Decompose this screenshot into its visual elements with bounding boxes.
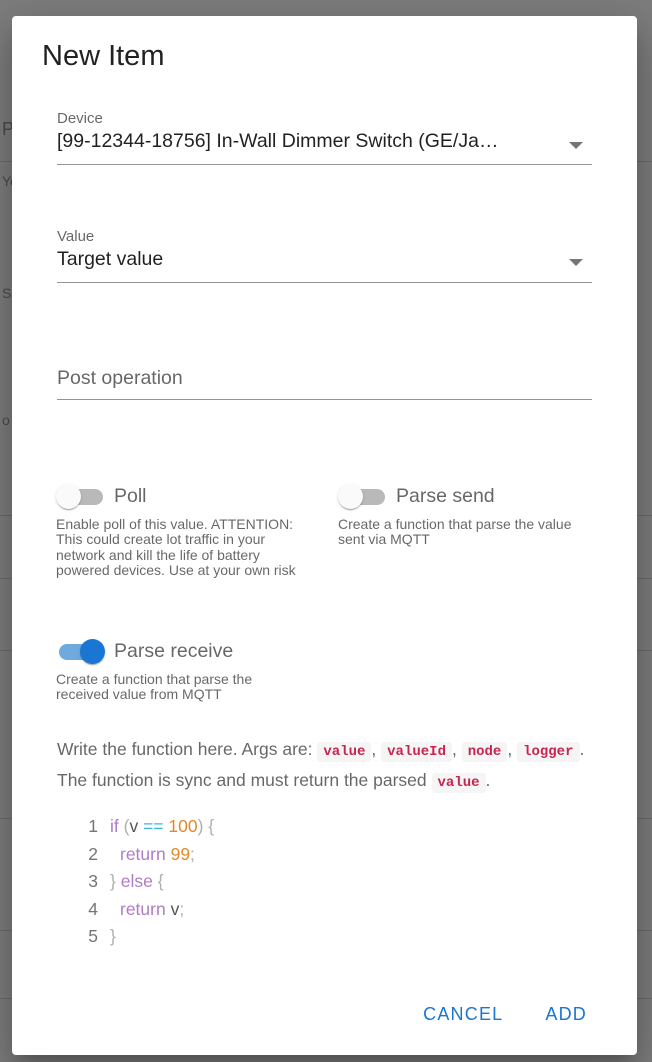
code-line: 5 } [74, 923, 574, 951]
separator: , [507, 739, 513, 759]
code-line: 3 } else { [74, 868, 574, 896]
post-operation-underline [57, 399, 592, 400]
parse-receive-switch-group: Parse receive Create a function that par… [56, 636, 296, 703]
code-keyword: else [120, 871, 153, 892]
code-line: 2 return 99; [74, 841, 574, 869]
arg-value-code: value [317, 742, 372, 762]
poll-switch-group: Poll Enable poll of this value. ATTENTIO… [56, 481, 306, 578]
code-number: 99 [165, 843, 191, 864]
code-number: 100 [163, 816, 198, 837]
parse-receive-toggle[interactable] [56, 636, 105, 666]
poll-label: Poll [114, 484, 147, 507]
description-suffix: . [485, 770, 491, 790]
separator: , [451, 739, 457, 759]
line-number: 2 [88, 843, 98, 864]
code-keyword: return [120, 898, 166, 919]
description-prefix: Write the function here. Args are: [57, 739, 313, 759]
code-identifier: v [165, 898, 180, 919]
line-number: 3 [88, 871, 98, 892]
dialog-title: New Item [42, 40, 165, 72]
add-button[interactable]: Add [533, 996, 599, 1033]
line-number: 5 [88, 926, 98, 947]
code-punct: ; [179, 898, 185, 919]
new-item-dialog: New Item Device [99-12344-18756] In-Wall… [12, 16, 637, 1055]
return-value-code: value [431, 773, 486, 793]
arg-node-code: node [461, 742, 508, 762]
function-description: Write the function here. Args are: value… [57, 735, 597, 797]
code-punct: ) { [197, 816, 215, 837]
code-keyword: if [110, 816, 119, 837]
line-number: 4 [88, 898, 98, 919]
value-select[interactable]: Value Target value [57, 228, 592, 283]
parse-send-toggle[interactable] [338, 481, 385, 511]
code-punct: ( [118, 816, 130, 837]
code-punct: { [152, 871, 164, 892]
code-identifier: v [129, 816, 139, 837]
device-underline [57, 164, 592, 165]
parse-receive-thumb [80, 639, 105, 664]
arg-logger-code: logger [517, 742, 580, 762]
parse-send-thumb [338, 484, 363, 509]
poll-help-text: Enable poll of this value. ATTENTION: Th… [56, 516, 296, 578]
line-number: 1 [88, 816, 98, 837]
post-operation-input[interactable]: Post operation [57, 367, 592, 400]
code-line: 1 if (v == 100) { [74, 813, 574, 841]
code-line: 4 return v; [74, 896, 574, 924]
code-punct: } [110, 871, 121, 892]
arg-valueid-code: valueId [381, 742, 452, 762]
parse-receive-help-text: Create a function that parse the receive… [56, 671, 253, 703]
code-punct: } [110, 926, 116, 947]
post-operation-placeholder: Post operation [57, 367, 183, 389]
code-keyword: return [120, 843, 166, 864]
code-punct: ; [190, 843, 195, 864]
value-selected: Target value [57, 248, 164, 270]
chevron-down-icon [569, 259, 583, 266]
code-editor[interactable]: 1 if (v == 100) { 2 return 99; 3 } else … [74, 813, 574, 951]
parse-send-help-text: Create a function that parse the value s… [338, 516, 572, 548]
separator: , [371, 739, 377, 759]
dialog-actions: Cancel Add [411, 996, 599, 1033]
parse-send-label: Parse send [396, 484, 495, 507]
device-label: Device [57, 110, 103, 127]
parse-receive-label: Parse receive [114, 639, 234, 662]
background-text: o [2, 412, 10, 428]
cancel-button[interactable]: Cancel [411, 996, 515, 1033]
device-value: [99-12344-18756] In-Wall Dimmer Switch (… [57, 130, 507, 152]
chevron-down-icon [569, 142, 583, 149]
background-text: S [2, 285, 12, 301]
device-select[interactable]: Device [99-12344-18756] In-Wall Dimmer S… [57, 110, 592, 165]
code-operator: == [138, 816, 164, 837]
poll-toggle[interactable] [56, 481, 103, 511]
parse-send-switch-group: Parse send Create a function that parse … [338, 481, 598, 548]
value-label: Value [57, 228, 95, 245]
value-underline [57, 282, 592, 283]
poll-thumb [56, 484, 81, 509]
